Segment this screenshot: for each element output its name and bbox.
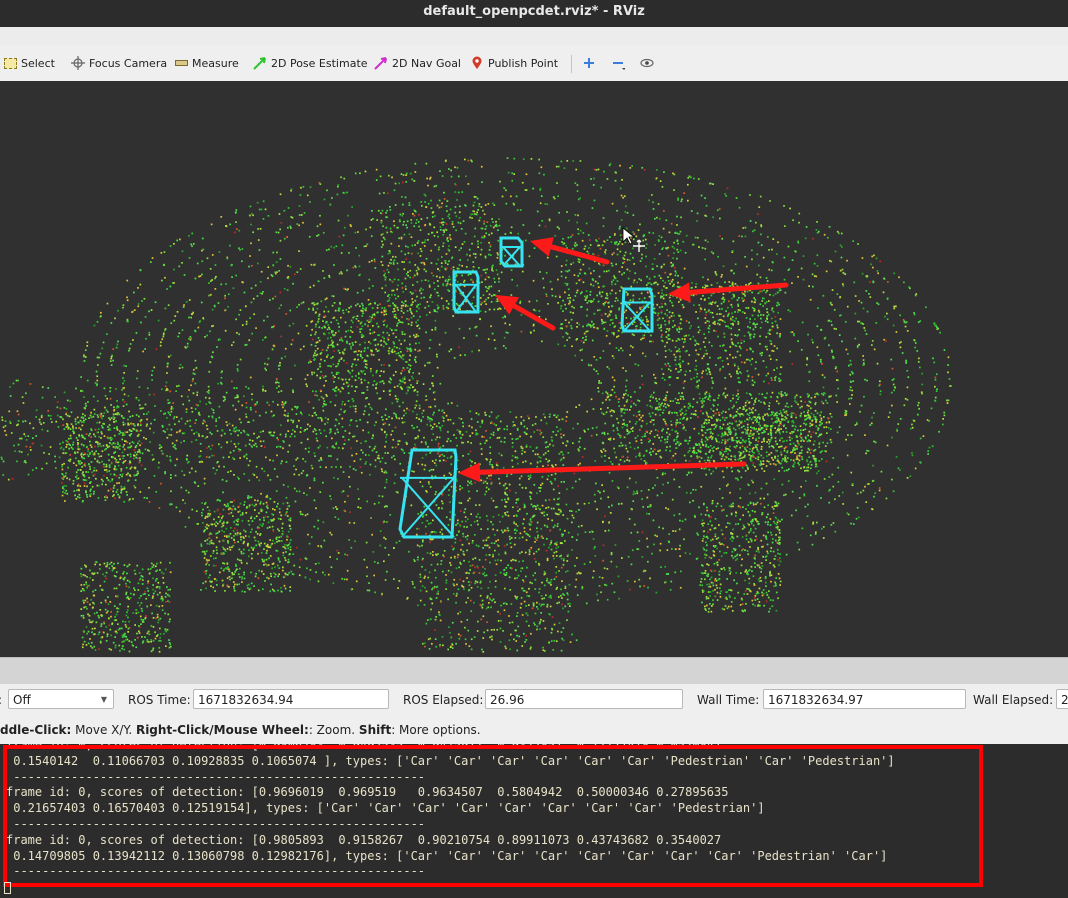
focus-camera-button[interactable]: Focus Camera bbox=[71, 54, 167, 72]
sync-mode-value: Off bbox=[13, 693, 31, 707]
ruler-icon bbox=[175, 60, 188, 66]
wall-elapsed-field[interactable]: 26 bbox=[1056, 689, 1068, 709]
ros-time-field[interactable]: 1671832634.94 bbox=[193, 689, 389, 709]
measure-label: Measure bbox=[192, 56, 239, 70]
pose-estimate-button[interactable]: 2D Pose Estimate bbox=[253, 54, 368, 72]
minus-icon bbox=[613, 62, 625, 70]
menu-bar bbox=[0, 27, 1068, 45]
move-cursor-icon bbox=[633, 239, 645, 252]
nav-goal-label: 2D Nav Goal bbox=[392, 56, 461, 70]
pose-estimate-label: 2D Pose Estimate bbox=[271, 56, 368, 70]
bounding-box bbox=[398, 448, 458, 539]
eye-icon bbox=[640, 58, 654, 68]
measure-button[interactable]: Measure bbox=[175, 54, 239, 72]
focus-camera-label: Focus Camera bbox=[89, 56, 168, 70]
sync-colon: : bbox=[0, 693, 2, 707]
publish-point-button[interactable]: Publish Point bbox=[470, 54, 558, 72]
red-arrow bbox=[495, 295, 556, 331]
select-label: Select bbox=[21, 56, 55, 70]
red-arrow bbox=[458, 461, 747, 483]
right-click-text: : Zoom. bbox=[308, 723, 359, 737]
chevron-down-icon: ▼ bbox=[100, 695, 107, 704]
terminal-panel[interactable]: frame id: 0, scores of detection: [0.980… bbox=[0, 744, 1068, 898]
bounding-box bbox=[499, 236, 524, 268]
3d-viewport[interactable] bbox=[0, 81, 1068, 657]
right-click-key: Right-Click/Mouse Wheel: bbox=[135, 723, 309, 737]
sync-mode-select[interactable]: Off ▼ bbox=[8, 689, 114, 709]
bounding-box bbox=[620, 287, 654, 333]
map-pin-icon bbox=[472, 56, 482, 69]
ros-elapsed-field[interactable]: 26.96 bbox=[485, 689, 683, 709]
publish-point-label: Publish Point bbox=[488, 56, 559, 70]
middle-click-text: Move X/Y. bbox=[71, 723, 136, 737]
crosshair-icon bbox=[71, 56, 85, 70]
window-titlebar: default_openpcdet.rviz* - RViz bbox=[0, 0, 1068, 27]
toolbar-separator bbox=[571, 55, 572, 73]
toolbar: Select Focus Camera Measure 2D Pose Esti… bbox=[0, 45, 1068, 82]
view-options-button[interactable] bbox=[640, 54, 654, 72]
terminal-cursor bbox=[4, 882, 11, 894]
wall-elapsed-label: Wall Elapsed: bbox=[973, 693, 1054, 707]
time-panel: : Off ▼ ROS Time: 1671832634.94 ROS Elap… bbox=[0, 684, 1068, 716]
ros-time-label: ROS Time: bbox=[128, 693, 191, 707]
green-arrow-icon bbox=[253, 57, 266, 70]
splitter-handle[interactable] bbox=[0, 657, 1068, 685]
nav-goal-button[interactable]: 2D Nav Goal bbox=[374, 54, 461, 72]
select-tool-button[interactable]: Select bbox=[4, 54, 55, 72]
red-arrow bbox=[530, 237, 610, 265]
middle-click-key: ddle-Click: bbox=[0, 723, 72, 737]
select-icon bbox=[4, 57, 17, 69]
remove-tool-button[interactable] bbox=[611, 54, 625, 72]
add-tool-button[interactable] bbox=[582, 54, 596, 72]
bounding-box bbox=[452, 270, 480, 314]
window-title: default_openpcdet.rviz* - RViz bbox=[423, 4, 645, 19]
shift-text: : More options. bbox=[391, 723, 481, 737]
red-arrow bbox=[668, 282, 789, 303]
plus-icon bbox=[584, 58, 594, 68]
annotations-overlay bbox=[398, 227, 789, 539]
ros-elapsed-label: ROS Elapsed: bbox=[403, 693, 484, 707]
wall-time-label: Wall Time: bbox=[697, 693, 760, 707]
highlight-box bbox=[3, 745, 983, 887]
status-hint-bar: ddle-Click: Move X/Y. Right-Click/Mouse … bbox=[0, 716, 1068, 744]
mouse-cursor-icon bbox=[622, 227, 636, 245]
shift-key: Shift bbox=[358, 723, 392, 737]
wall-time-field[interactable]: 1671832634.97 bbox=[763, 689, 966, 709]
magenta-arrow-icon bbox=[374, 57, 387, 70]
